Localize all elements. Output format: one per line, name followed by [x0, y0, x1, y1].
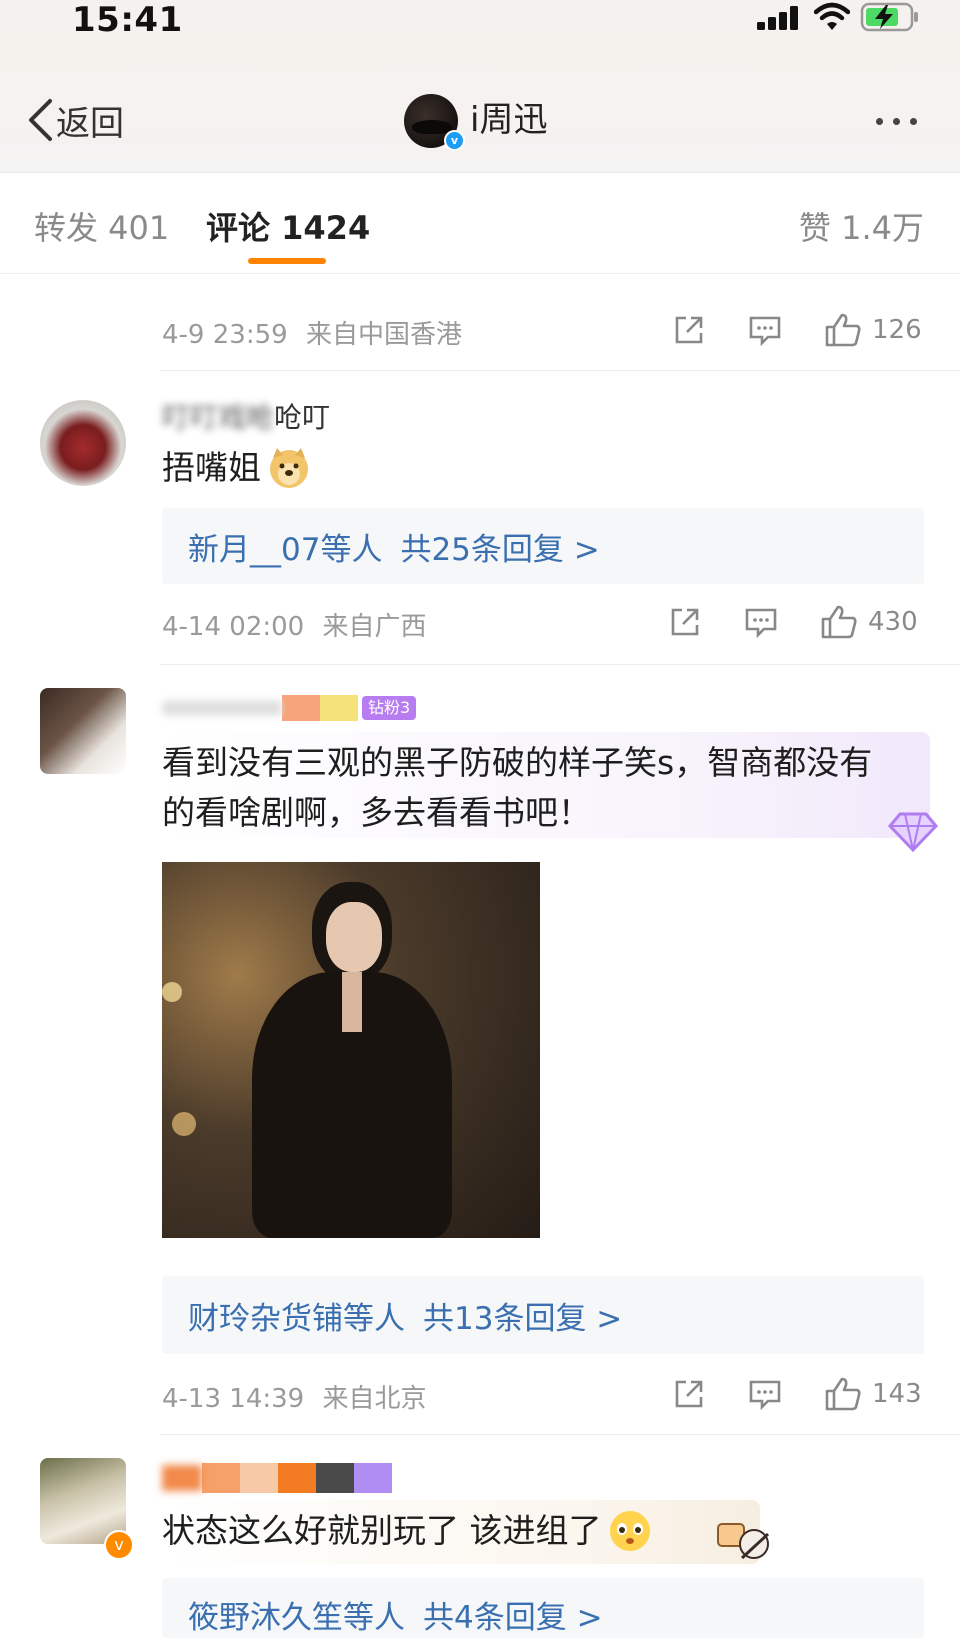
blush-emoji-icon: [609, 1511, 650, 1551]
like-button[interactable]: 430: [820, 604, 918, 640]
comment-meta: 4-13 14:39 来自北京: [162, 1378, 426, 1415]
tab-comments[interactable]: 评论 1424: [206, 203, 370, 249]
comment-image[interactable]: [162, 862, 540, 1238]
comment-source: 来自广西: [322, 612, 427, 642]
avatar[interactable]: [40, 400, 126, 486]
like-icon: [825, 313, 861, 347]
replies-who: 新月__07等人: [188, 531, 383, 568]
wifi-icon: [814, 2, 850, 30]
replies-who: 财玲杂货铺等人: [188, 1300, 405, 1337]
replies-count: 共4条回复 >: [423, 1600, 603, 1636]
signal-icon: [757, 6, 798, 30]
comment-text: 看到没有三观的黑子防破的样子笑s，智商都没有的看啥剧啊，多去看看书吧！: [162, 743, 873, 832]
page-title[interactable]: i周迅: [470, 96, 547, 144]
replies-summary[interactable]: 财玲杂货铺等人 共13条回复 >: [162, 1276, 924, 1354]
doge-emoji-icon: [270, 448, 308, 488]
replies-count: 共25条回复 >: [400, 531, 600, 568]
comment-source: 来自中国香港: [305, 320, 462, 350]
comment-username[interactable]: [162, 1460, 392, 1496]
back-button[interactable]: 返回: [26, 96, 124, 144]
like-button[interactable]: 126: [824, 312, 922, 348]
comment-text: 捂嘴姐: [162, 443, 311, 493]
back-icon: [29, 99, 52, 141]
tab-bar: 转发 401 评论 1424 赞 1.4万: [0, 172, 960, 274]
fan-badge-icon: 钻粉3: [362, 696, 417, 720]
comment-meta: 4-9 23:59 来自中国香港: [162, 314, 462, 351]
share-icon[interactable]: [672, 313, 706, 347]
replies-summary[interactable]: 筱野沐久笙等人 共4条回复 >: [162, 1578, 924, 1638]
share-icon[interactable]: [668, 605, 702, 639]
more-button[interactable]: [876, 110, 928, 130]
battery-icon: [860, 2, 918, 32]
comment-time: 4-9 23:59: [162, 320, 288, 350]
like-icon: [825, 1377, 861, 1411]
comment-time: 4-13 14:39: [162, 1384, 305, 1414]
back-label: 返回: [56, 103, 124, 144]
like-icon: [821, 605, 857, 639]
comment-username[interactable]: 钻粉3: [162, 690, 417, 726]
replies-who: 筱野沐久笙等人: [188, 1600, 405, 1636]
comment-time: 4-14 02:00: [162, 612, 305, 642]
comment-text: 状态这么好就别玩了 该进组了: [162, 1506, 652, 1556]
comment-icon[interactable]: [748, 313, 782, 347]
like-button[interactable]: 143: [824, 1376, 922, 1412]
status-time: 15:41: [72, 0, 183, 40]
replies-count: 共13条回复 >: [423, 1300, 623, 1337]
like-count: 143: [872, 1379, 922, 1409]
share-icon[interactable]: [672, 1377, 706, 1411]
tab-likes[interactable]: 赞 1.4万: [799, 203, 924, 249]
like-count: 430: [868, 607, 918, 637]
divider: [160, 370, 960, 371]
diamond-decoration-icon: [888, 812, 938, 852]
comment-icon[interactable]: [744, 605, 778, 639]
tab-repost[interactable]: 转发 401: [34, 203, 169, 249]
active-tab-indicator: [248, 258, 326, 264]
verified-badge-icon: v: [444, 130, 465, 151]
verified-badge-icon: v: [104, 1530, 134, 1560]
avatar[interactable]: [40, 688, 126, 774]
divider: [160, 664, 960, 665]
comment-meta: 4-14 02:00 来自广西: [162, 606, 426, 643]
divider: [160, 1434, 960, 1435]
sticker-decoration-icon: [717, 1523, 770, 1560]
like-count: 126: [872, 315, 922, 345]
replies-summary[interactable]: 新月__07等人 共25条回复 >: [162, 508, 924, 584]
comment-source: 来自北京: [322, 1384, 427, 1414]
comment-icon[interactable]: [748, 1377, 782, 1411]
comment-username[interactable]: 叮叮戏呛呛叮: [162, 396, 330, 436]
more-icon: [876, 118, 883, 125]
